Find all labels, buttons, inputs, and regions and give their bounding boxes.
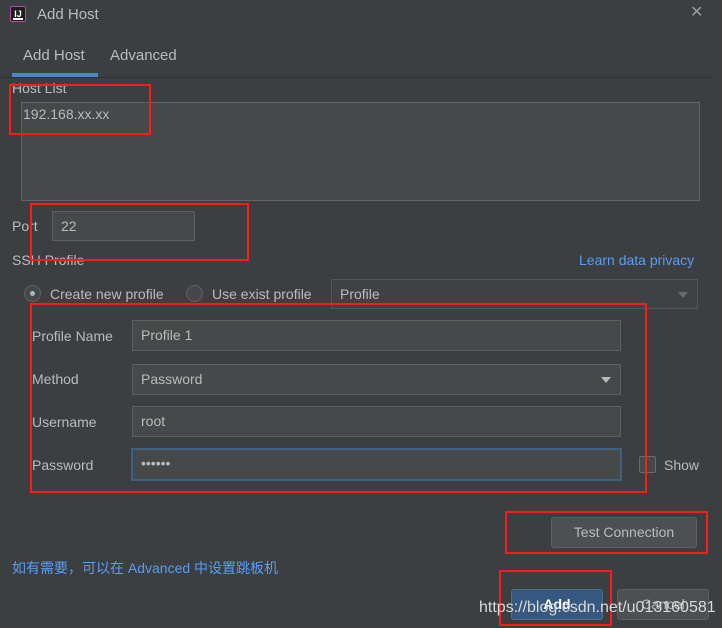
username-input[interactable]: root — [132, 406, 621, 437]
tab-add-host[interactable]: Add Host — [23, 47, 85, 64]
password-input[interactable]: •••••• — [131, 448, 622, 481]
host-list-value: 192.168.xx.xx — [23, 106, 110, 122]
port-value: 22 — [61, 218, 77, 234]
close-icon[interactable]: ✕ — [690, 2, 703, 22]
jump-host-hint: 如有需要，可以在 Advanced 中设置跳板机 — [12, 560, 279, 576]
watermark-text: https://blog.csdn.net/u013160581 — [479, 599, 716, 616]
profile-name-value: Profile 1 — [141, 327, 193, 343]
username-value: root — [141, 413, 166, 429]
profile-name-input[interactable]: Profile 1 — [132, 320, 621, 351]
use-exist-profile-radio[interactable] — [186, 285, 203, 302]
method-label: Method — [32, 371, 79, 387]
password-label: Password — [32, 457, 94, 473]
use-exist-profile-label: Use exist profile — [212, 286, 312, 302]
test-connection-button[interactable]: Test Connection — [551, 517, 697, 548]
learn-data-privacy-link[interactable]: Learn data privacy — [579, 252, 694, 268]
tab-divider — [0, 77, 712, 78]
host-list-label: Host List — [12, 80, 67, 96]
port-label: Port — [12, 218, 38, 234]
show-password-label: Show — [664, 457, 700, 473]
chevron-down-icon — [601, 377, 611, 383]
username-label: Username — [32, 414, 97, 430]
tab-advanced[interactable]: Advanced — [110, 47, 177, 64]
profile-select[interactable]: Profile — [331, 279, 698, 309]
port-input[interactable]: 22 — [52, 211, 195, 241]
method-select[interactable]: Password — [132, 364, 621, 395]
chevron-down-icon — [678, 292, 688, 298]
profile-select-value: Profile — [340, 286, 380, 302]
ssh-profile-label: SSH Profile — [12, 252, 85, 268]
create-new-profile-label: Create new profile — [50, 286, 164, 302]
intellij-app-icon: IJ — [10, 6, 26, 22]
method-value: Password — [141, 371, 203, 387]
host-list-textarea[interactable]: 192.168.xx.xx — [21, 102, 700, 201]
profile-name-label: Profile Name — [32, 328, 113, 344]
create-new-profile-radio[interactable] — [24, 285, 41, 302]
dialog-title: Add Host — [37, 6, 99, 23]
show-password-checkbox[interactable] — [639, 456, 656, 473]
title-bar: IJ Add Host ✕ — [0, 0, 722, 30]
password-value: •••••• — [141, 455, 171, 471]
